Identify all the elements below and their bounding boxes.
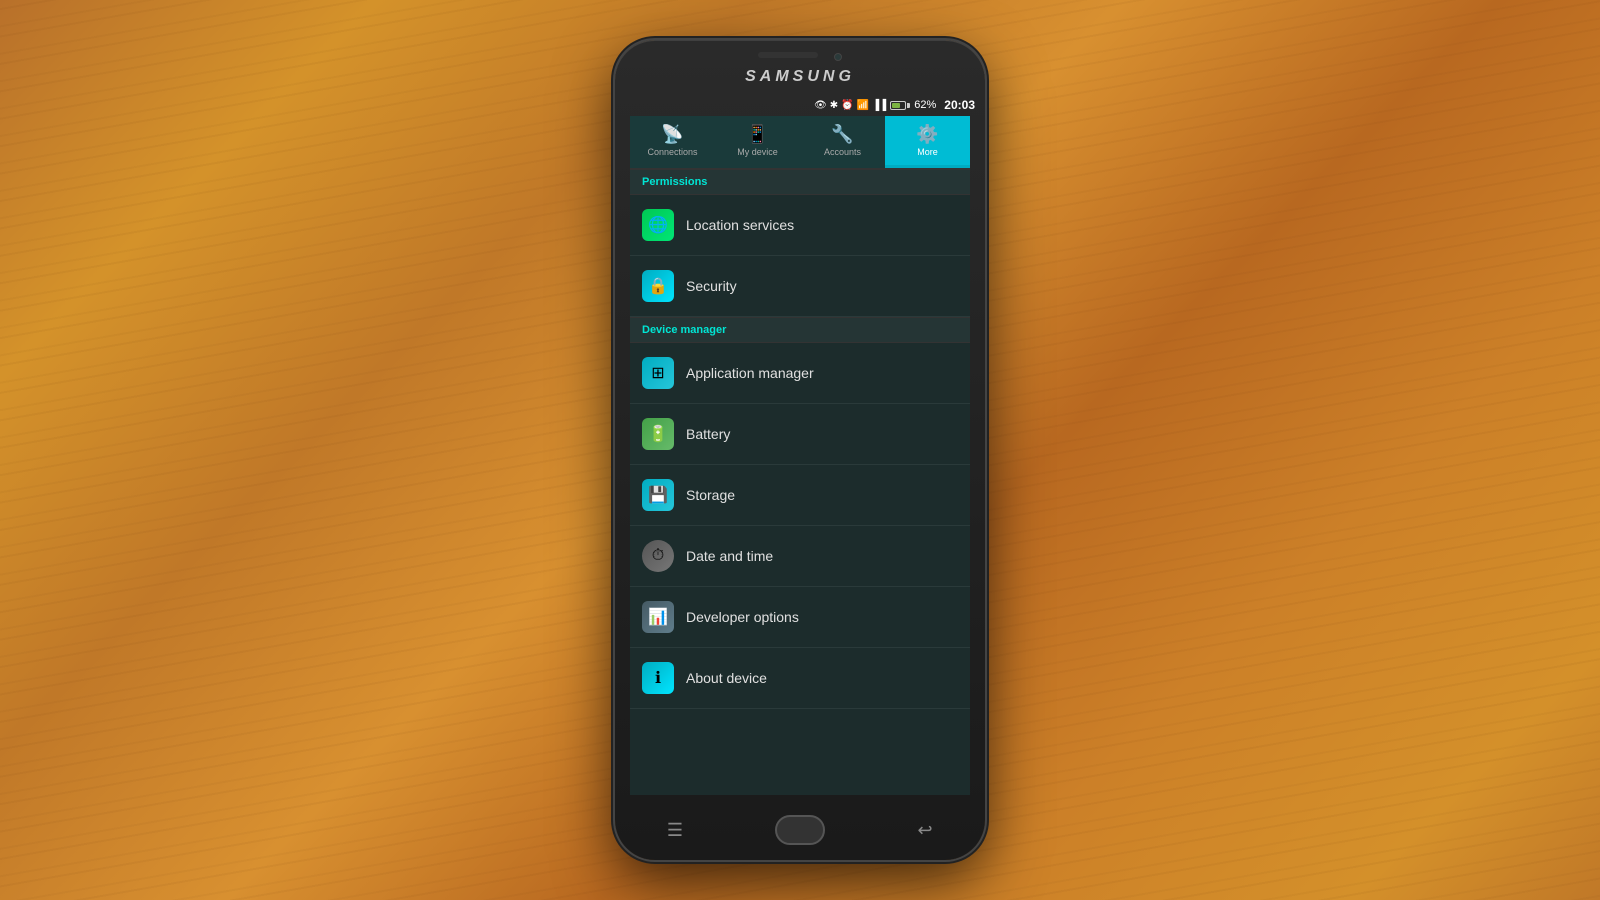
status-icons: 👁 ✱ ⏰ 📶 ▐▐ [814,100,886,111]
application-manager-item[interactable]: ⊞ Application manager [630,343,970,404]
datetime-icon: ⏱ [642,540,674,572]
tab-connections[interactable]: 📡 Connections [630,116,715,168]
security-icon: 🔒 [642,270,674,302]
bluetooth-icon: ✱ [830,100,838,111]
menu-button[interactable]: ☰ [655,815,695,845]
notification-icon: 👁 [814,100,827,111]
battery-indicator [890,101,910,110]
alarm-icon: ⏰ [841,100,853,111]
battery-icon-item: 🔋 [642,418,674,450]
permissions-header: Permissions [630,169,970,195]
speaker [758,52,818,58]
storage-icon: 💾 [642,479,674,511]
settings-tab-bar: 📡 Connections 📱 My device 🔧 Accounts ⚙️ … [630,116,970,169]
battery-percent: 62% [914,99,936,111]
wifi-icon: 📶 [857,100,869,111]
phone-device: SAMSUNG 👁 ✱ ⏰ 📶 ▐▐ 62% 20:03 📡 Connectio… [615,40,985,860]
battery-label: Battery [686,426,730,442]
developer-options-item[interactable]: 📊 Developer options [630,587,970,648]
tab-more[interactable]: ⚙️ More [885,116,970,168]
about-device-item[interactable]: ℹ About device [630,648,970,709]
status-bar: 👁 ✱ ⏰ 📶 ▐▐ 62% 20:03 [615,94,985,116]
brand-logo: SAMSUNG [745,68,855,86]
storage-item[interactable]: 💾 Storage [630,465,970,526]
battery-item[interactable]: 🔋 Battery [630,404,970,465]
settings-list: Permissions 🌐 Location services 🔒 Securi… [630,169,970,795]
my-device-label: My device [737,147,778,157]
signal-icon: ▐▐ [872,100,886,111]
my-device-icon: 📱 [746,124,768,145]
security-label: Security [686,278,737,294]
more-label: More [917,147,938,157]
developer-options-icon: 📊 [642,601,674,633]
accounts-label: Accounts [824,147,861,157]
camera [834,53,842,61]
connections-label: Connections [647,147,697,157]
application-manager-icon: ⊞ [642,357,674,389]
tab-my-device[interactable]: 📱 My device [715,116,800,168]
connections-icon: 📡 [661,124,683,145]
date-and-time-item[interactable]: ⏱ Date and time [630,526,970,587]
security-item[interactable]: 🔒 Security [630,256,970,317]
application-manager-label: Application manager [686,365,814,381]
phone-bottom-nav: ☰ ↩ [615,805,985,860]
developer-options-label: Developer options [686,609,799,625]
accounts-icon: 🔧 [831,124,853,145]
device-manager-header: Device manager [630,317,970,343]
home-button[interactable] [775,815,825,845]
location-services-icon: 🌐 [642,209,674,241]
tab-accounts[interactable]: 🔧 Accounts [800,116,885,168]
more-icon: ⚙️ [916,124,938,145]
date-and-time-label: Date and time [686,548,773,564]
status-time: 20:03 [944,98,975,112]
about-device-icon: ℹ [642,662,674,694]
storage-label: Storage [686,487,735,503]
phone-top-area: SAMSUNG [615,40,985,94]
location-services-label: Location services [686,217,794,233]
top-notch [758,52,842,62]
location-services-item[interactable]: 🌐 Location services [630,195,970,256]
back-button[interactable]: ↩ [905,815,945,845]
about-device-label: About device [686,670,767,686]
phone-screen: 📡 Connections 📱 My device 🔧 Accounts ⚙️ … [630,116,970,795]
